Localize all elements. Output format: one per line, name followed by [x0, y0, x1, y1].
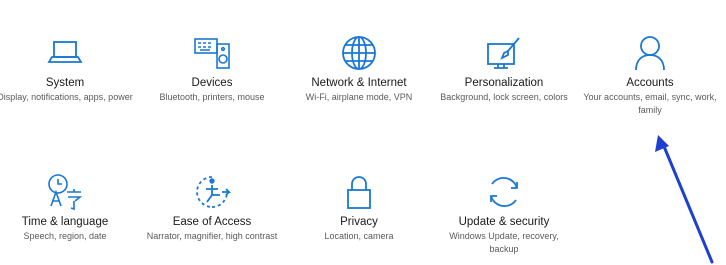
tile-description: Speech, region, date	[23, 231, 107, 241]
tile-description: Background, lock screen, colors	[440, 92, 568, 102]
tile-system[interactable]: System Display, notifications, apps, pow…	[0, 33, 135, 104]
tile-title: Ease of Access	[172, 216, 252, 228]
tile-title: System	[45, 77, 85, 89]
devices-icon	[192, 33, 232, 73]
tile-description: Narrator, magnifier, high contrast	[146, 231, 278, 241]
tile-privacy[interactable]: Privacy Location, camera	[289, 172, 429, 243]
tile-personalization[interactable]: Personalization Background, lock screen,…	[434, 33, 574, 104]
tile-title: Network & Internet	[311, 77, 407, 89]
tile-description: Display, notifications, apps, power	[0, 92, 133, 102]
tile-title: Privacy	[340, 216, 378, 228]
ease-of-access-icon	[192, 172, 232, 212]
tile-title: Time & language	[21, 216, 109, 228]
tile-description: Wi-Fi, airplane mode, VPN	[305, 92, 413, 102]
tile-description: Bluetooth, printers, mouse	[159, 92, 265, 102]
laptop-icon	[45, 33, 85, 73]
tile-time-language[interactable]: Time & language Speech, region, date	[0, 172, 135, 243]
tile-description: Windows Update, recovery, backup	[449, 231, 559, 254]
tile-network-internet[interactable]: Network & Internet Wi-Fi, airplane mode,…	[289, 33, 429, 104]
time-language-icon	[45, 172, 85, 212]
personalization-icon	[484, 33, 524, 73]
tile-title: Update & security	[458, 216, 550, 228]
tile-devices[interactable]: Devices Bluetooth, printers, mouse	[142, 33, 282, 104]
globe-icon	[339, 33, 379, 73]
tile-accounts[interactable]: Accounts Your accounts, email, sync, wor…	[580, 33, 720, 117]
tile-title: Accounts	[626, 77, 674, 89]
tile-title: Devices	[191, 77, 233, 89]
person-icon	[630, 33, 670, 73]
tile-update-security[interactable]: Update & security Windows Update, recove…	[434, 172, 574, 256]
tile-ease-of-access[interactable]: Ease of Access Narrator, magnifier, high…	[142, 172, 282, 243]
tile-description: Location, camera	[324, 231, 394, 241]
tile-title: Personalization	[464, 77, 544, 89]
sync-icon	[484, 172, 524, 212]
tile-description: Your accounts, email, sync, work, family	[583, 92, 717, 115]
lock-icon	[339, 172, 379, 212]
